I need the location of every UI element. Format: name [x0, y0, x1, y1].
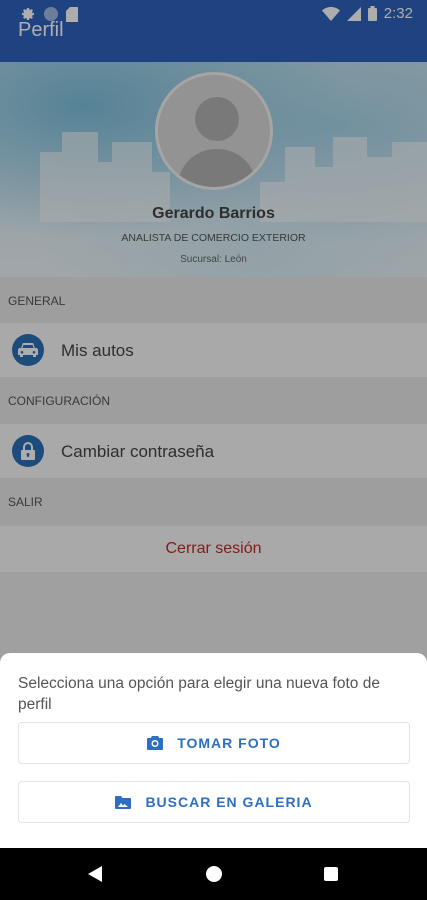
take-photo-button[interactable]: TOMAR FOTO	[18, 722, 410, 764]
sheet-prompt: Selecciona una opción para elegir una nu…	[18, 675, 380, 713]
gallery-button[interactable]: BUSCAR EN GALERIA	[18, 781, 410, 823]
gallery-label: BUSCAR EN GALERIA	[145, 794, 313, 810]
camera-icon	[147, 736, 164, 750]
photo-options-sheet: Selecciona una opción para elegir una nu…	[0, 653, 427, 848]
back-icon[interactable]	[88, 866, 102, 882]
recents-icon[interactable]	[324, 867, 338, 881]
folder-image-icon	[115, 795, 132, 809]
system-nav-bar	[0, 848, 427, 900]
take-photo-label: TOMAR FOTO	[177, 735, 281, 751]
home-icon[interactable]	[206, 866, 222, 882]
